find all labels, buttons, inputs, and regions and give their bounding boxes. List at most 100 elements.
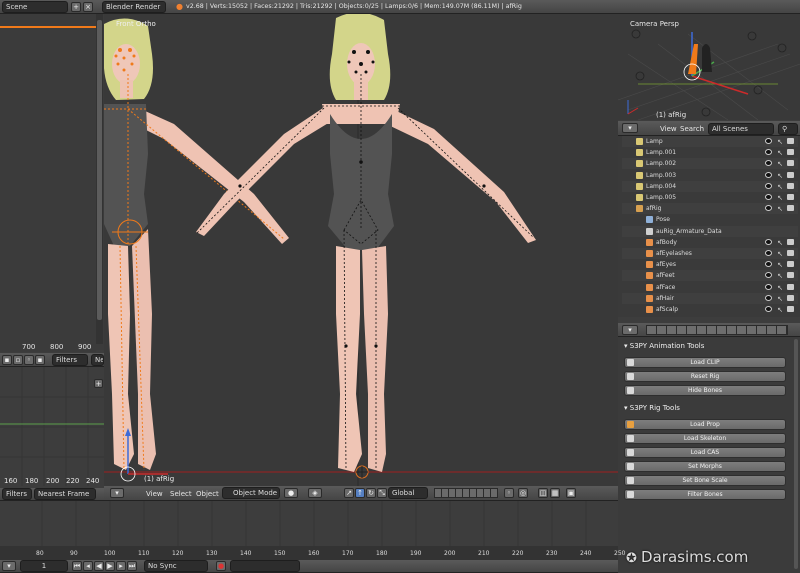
filters-button[interactable]: Filters bbox=[52, 354, 88, 366]
outliner-row[interactable]: auRig_Armature_Data bbox=[622, 225, 798, 237]
visibility-eye-icon[interactable] bbox=[765, 306, 772, 312]
layer-grid[interactable] bbox=[434, 488, 498, 498]
graph-editor[interactable]: + 160 180 200 220 240 bbox=[0, 367, 104, 486]
visibility-eye-icon[interactable] bbox=[765, 238, 772, 245]
render-camera-icon[interactable] bbox=[787, 272, 794, 279]
outliner-type-icon[interactable]: ▾ bbox=[622, 123, 638, 133]
render-camera-icon[interactable] bbox=[787, 149, 794, 156]
properties-scrollbar[interactable] bbox=[794, 339, 798, 569]
outliner-row[interactable]: afRig ↖ bbox=[622, 203, 798, 215]
outliner-row[interactable]: afScalp ↖ bbox=[622, 304, 798, 315]
visibility-eye-icon[interactable] bbox=[765, 205, 772, 212]
3d-viewport[interactable]: Front Ortho (1) afRig bbox=[104, 14, 618, 486]
outliner-search-menu[interactable]: Search bbox=[680, 125, 704, 133]
view-icon[interactable]: ▪ bbox=[35, 355, 45, 365]
select-menu[interactable]: Select bbox=[170, 490, 192, 498]
filters-toggle[interactable]: Filters bbox=[2, 488, 32, 500]
visibility-eye-icon[interactable] bbox=[765, 261, 772, 268]
load-clip-button[interactable]: Load CLIP bbox=[624, 357, 786, 368]
snap-icon[interactable]: ◫ bbox=[538, 488, 548, 498]
render-camera-icon[interactable] bbox=[787, 306, 794, 312]
snap-target-icon[interactable]: ▦ bbox=[550, 488, 560, 498]
next-key-icon[interactable]: ▸ bbox=[116, 561, 126, 571]
sync-selector[interactable]: No Sync bbox=[144, 560, 208, 572]
translate-icon[interactable]: ↑ bbox=[355, 488, 365, 498]
outliner-row[interactable]: afHair ↖ bbox=[622, 292, 798, 304]
editor-type-icon[interactable]: ▾ bbox=[110, 488, 124, 498]
play-icon[interactable]: ▶ bbox=[105, 561, 115, 571]
outliner-row[interactable]: Lamp.003 ↖ bbox=[622, 170, 798, 181]
visibility-eye-icon[interactable] bbox=[765, 138, 772, 144]
load-skeleton-button[interactable]: Load Skeleton bbox=[624, 433, 786, 444]
scale-icon[interactable]: ⤡ bbox=[377, 488, 387, 498]
pivot-icon[interactable]: ◈ bbox=[308, 488, 322, 498]
visibility-eye-icon[interactable] bbox=[765, 149, 772, 156]
render-camera-icon[interactable] bbox=[787, 261, 794, 268]
set-bone-scale-button[interactable]: Set Bone Scale bbox=[624, 475, 786, 486]
outliner-row[interactable]: afFeet ↖ bbox=[622, 270, 798, 282]
outliner-row[interactable]: Pose bbox=[622, 214, 798, 225]
outliner-search-input[interactable]: ⚲ bbox=[778, 123, 798, 135]
visibility-eye-icon[interactable] bbox=[765, 283, 772, 290]
view-menu[interactable]: View bbox=[146, 490, 163, 498]
proportional-icon[interactable]: ◎ bbox=[518, 488, 528, 498]
add-scene-button[interactable]: + bbox=[71, 2, 81, 12]
camera-view[interactable]: Camera Persp (1) afRig bbox=[618, 14, 800, 120]
outliner-row[interactable]: Lamp.001 ↖ bbox=[622, 147, 798, 158]
animation-tools-header[interactable]: ▾ S3PY Animation Tools bbox=[624, 340, 790, 352]
render-camera-icon[interactable] bbox=[787, 171, 794, 178]
plus-icon[interactable]: + bbox=[94, 379, 103, 388]
outliner-row[interactable]: Lamp.002 ↖ bbox=[622, 158, 798, 170]
opengl-render-icon[interactable]: ▣ bbox=[566, 488, 576, 498]
lock-icon[interactable]: ▪ bbox=[2, 355, 12, 365]
remove-scene-button[interactable]: × bbox=[83, 2, 93, 12]
shading-icon[interactable]: ● bbox=[284, 488, 298, 498]
ne-button[interactable]: Ne bbox=[91, 354, 104, 366]
play-reverse-icon[interactable]: ◀ bbox=[94, 561, 104, 571]
visibility-eye-icon[interactable] bbox=[765, 294, 772, 301]
select-arrow-icon[interactable]: ↖ bbox=[777, 305, 783, 316]
outliner-row[interactable]: afEyes ↖ bbox=[622, 259, 798, 270]
load-prop-button[interactable]: Load Prop bbox=[624, 419, 786, 430]
rig-tools-header[interactable]: ▾ S3PY Rig Tools bbox=[624, 402, 790, 414]
load-cas-button[interactable]: Load CAS bbox=[624, 447, 786, 458]
render-camera-icon[interactable] bbox=[787, 294, 794, 301]
render-camera-icon[interactable] bbox=[787, 194, 794, 200]
outliner-row[interactable]: Lamp.005 ↖ bbox=[622, 192, 798, 203]
outliner-row[interactable]: afBody ↖ bbox=[622, 237, 798, 248]
record-icon[interactable]: ● bbox=[216, 561, 226, 571]
render-camera-icon[interactable] bbox=[787, 205, 794, 212]
manipulator-icon[interactable]: ↗ bbox=[344, 488, 354, 498]
visibility-eye-icon[interactable] bbox=[765, 194, 772, 200]
render-camera-icon[interactable] bbox=[787, 283, 794, 290]
visibility-eye-icon[interactable] bbox=[765, 272, 772, 279]
render-camera-icon[interactable] bbox=[787, 160, 794, 167]
properties-type-icon[interactable]: ▾ bbox=[622, 325, 638, 335]
lock-layers-icon[interactable]: ◦ bbox=[504, 488, 514, 498]
visibility-eye-icon[interactable] bbox=[765, 250, 772, 256]
visibility-eye-icon[interactable] bbox=[765, 160, 772, 167]
hide-bones-button[interactable]: Hide Bones bbox=[624, 385, 786, 396]
orientation-selector[interactable]: Global bbox=[388, 487, 428, 499]
properties-tabs[interactable] bbox=[646, 325, 788, 335]
outliner-row[interactable]: afFace ↖ bbox=[622, 282, 798, 293]
outliner-row[interactable]: Lamp ↖ bbox=[622, 136, 798, 147]
selected-figure[interactable] bbox=[104, 18, 289, 471]
auto-icon[interactable]: ◦ bbox=[24, 355, 34, 365]
set-morphs-button[interactable]: Set Morphs bbox=[624, 461, 786, 472]
jump-start-icon[interactable]: ⏮ bbox=[72, 561, 82, 571]
object-menu[interactable]: Object bbox=[196, 490, 219, 498]
prev-key-icon[interactable]: ◂ bbox=[83, 561, 93, 571]
scrollbar[interactable] bbox=[96, 14, 103, 344]
render-camera-icon[interactable] bbox=[787, 138, 794, 144]
rig-figure[interactable] bbox=[195, 14, 536, 479]
visibility-eye-icon[interactable] bbox=[765, 171, 772, 178]
reset-rig-button[interactable]: Reset Rig bbox=[624, 371, 786, 382]
outliner-filter-selector[interactable]: All Scenes bbox=[708, 123, 774, 135]
jump-end-icon[interactable]: ⏭ bbox=[127, 561, 137, 571]
filter-bones-button[interactable]: Filter Bones bbox=[624, 489, 786, 500]
current-frame-field[interactable]: 1 bbox=[20, 560, 68, 572]
outliner-view-menu[interactable]: View bbox=[660, 125, 677, 133]
render-camera-icon[interactable] bbox=[787, 182, 794, 189]
outliner-row[interactable]: afEyelashes ↖ bbox=[622, 248, 798, 259]
